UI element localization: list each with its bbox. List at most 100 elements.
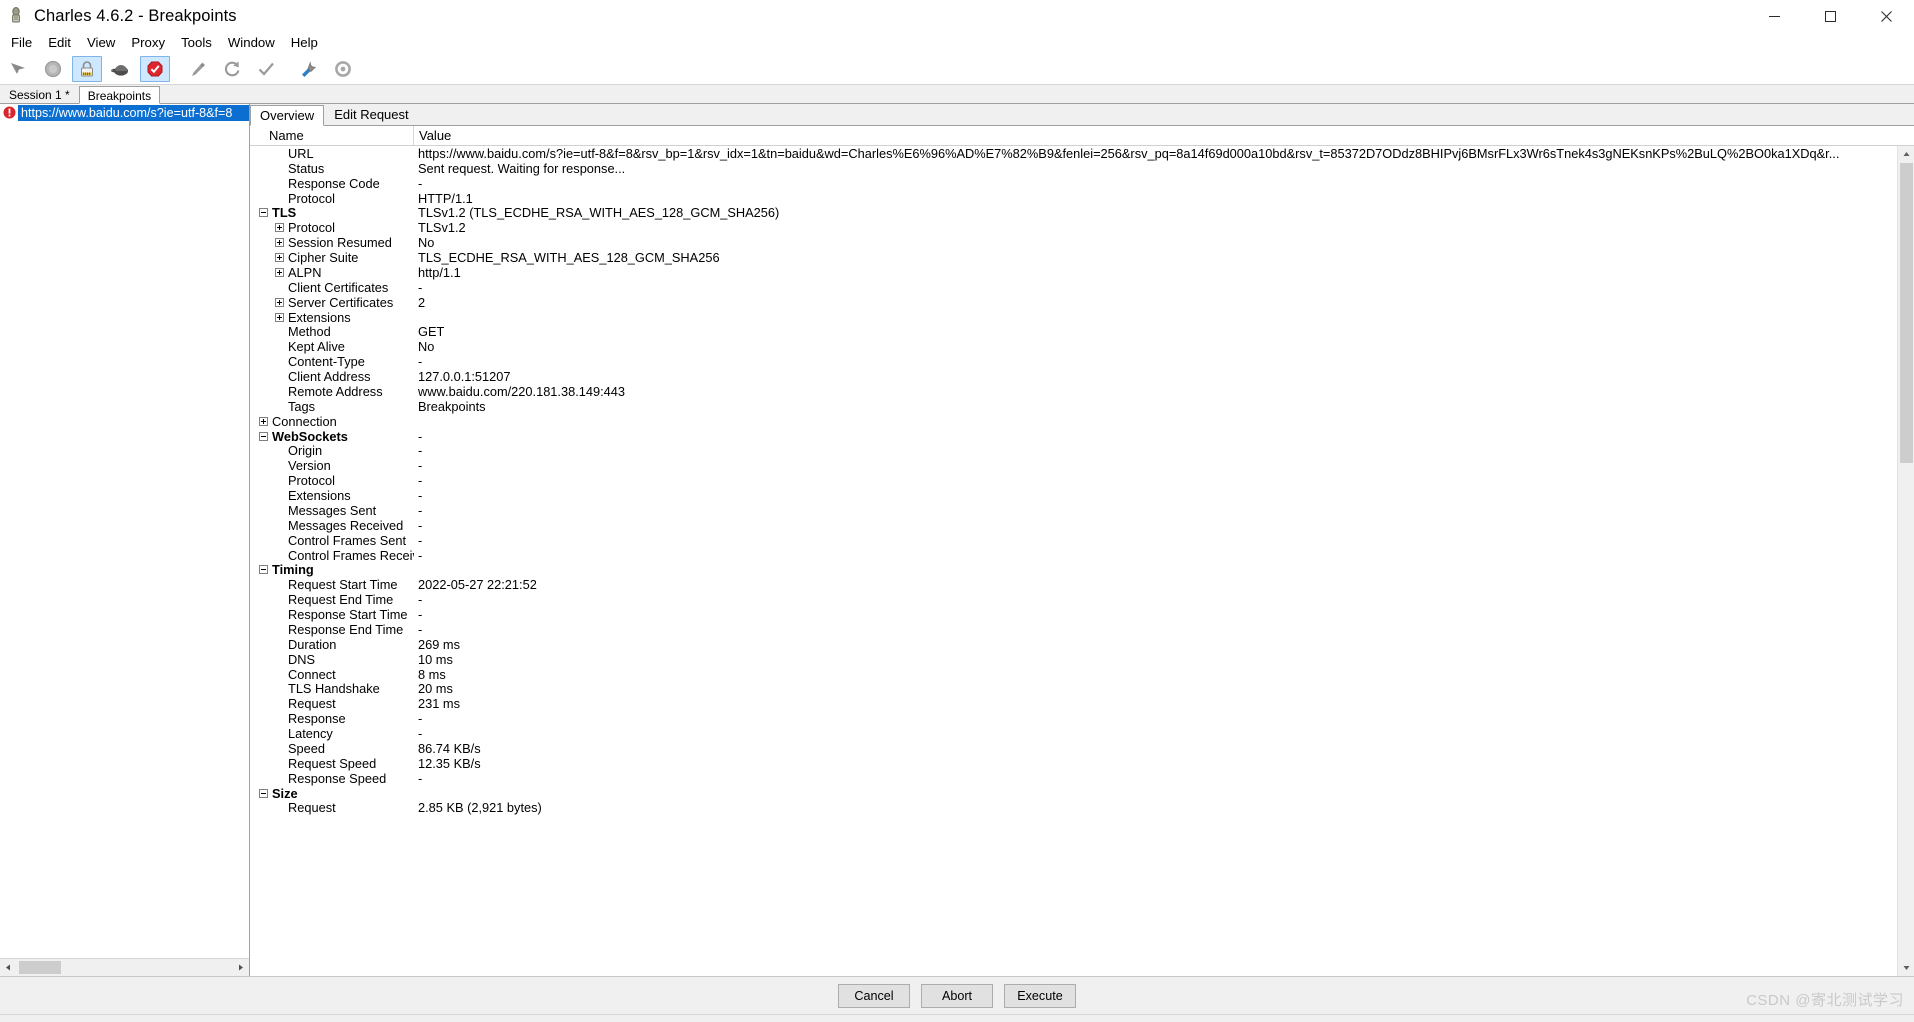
hscroll-thumb[interactable] [19,961,61,974]
collapse-icon[interactable] [259,788,268,798]
table-row[interactable]: Messages Received - [250,518,1897,533]
overview-table[interactable]: URL https://www.baidu.com/s?ie=utf-8&f=8&… [250,146,1897,976]
table-row[interactable]: Remote Address www.baidu.com/220.181.38.1… [250,384,1897,399]
close-button[interactable] [1858,0,1914,33]
compose-icon[interactable] [183,56,213,82]
expand-icon[interactable] [275,223,284,233]
table-row[interactable]: Protocol HTTP/1.1 [250,191,1897,206]
tab-edit-request[interactable]: Edit Request [324,104,419,125]
table-row[interactable]: Request 231 ms [250,696,1897,711]
scroll-up-icon[interactable] [1898,146,1914,163]
table-row[interactable]: Protocol TLSv1.2 [250,220,1897,235]
maximize-button[interactable] [1802,0,1858,33]
table-row[interactable]: Connect 8 ms [250,667,1897,682]
table-row[interactable]: Response - [250,711,1897,726]
table-row[interactable]: Size [250,786,1897,801]
list-item[interactable]: https://www.baidu.com/s?ie=utf-8&f=8 [0,104,249,121]
expand-icon[interactable] [259,416,268,426]
table-row[interactable]: Content-Type - [250,354,1897,369]
request-list[interactable]: https://www.baidu.com/s?ie=utf-8&f=8 [0,104,249,958]
table-row[interactable]: Client Certificates - [250,280,1897,295]
repeat-icon[interactable] [217,56,247,82]
menu-window[interactable]: Window [220,34,283,53]
table-row[interactable]: Timing [250,562,1897,577]
table-row[interactable]: Server Certificates 2 [250,295,1897,310]
table-row[interactable]: Protocol - [250,473,1897,488]
table-row[interactable]: Request Start Time 2022-05-27 22:21:52 [250,577,1897,592]
collapse-icon[interactable] [259,208,268,218]
table-row[interactable]: Cipher Suite TLS_ECDHE_RSA_WITH_AES_128_G… [250,250,1897,265]
table-row[interactable]: Extensions - [250,488,1897,503]
expand-icon[interactable] [275,253,284,263]
request-list-hscrollbar[interactable] [0,958,249,976]
collapse-icon[interactable] [259,431,268,441]
table-row[interactable]: Kept Alive No [250,339,1897,354]
tab-overview[interactable]: Overview [250,105,325,126]
table-row[interactable]: Response Start Time - [250,607,1897,622]
table-row[interactable]: Client Address 127.0.0.1:51207 [250,369,1897,384]
expand-icon[interactable] [275,297,284,307]
table-row[interactable]: Duration 269 ms [250,637,1897,652]
table-row[interactable]: TLS TLSv1.2 (TLS_ECDHE_RSA_WITH_AES_128_G… [250,205,1897,220]
execute-button[interactable]: Execute [1004,983,1076,1008]
table-row[interactable]: Speed 86.74 KB/s [250,741,1897,756]
expand-icon[interactable] [275,312,284,322]
validate-icon[interactable] [251,56,281,82]
table-row[interactable]: Tags Breakpoints [250,399,1897,414]
table-row[interactable]: Latency - [250,726,1897,741]
settings-icon[interactable] [328,56,358,82]
ssl-proxying-icon[interactable] [72,56,102,82]
abort-button[interactable]: Abort [921,983,993,1008]
request-url[interactable]: https://www.baidu.com/s?ie=utf-8&f=8 [18,104,249,121]
menu-view[interactable]: View [79,34,123,53]
table-row[interactable]: Version - [250,458,1897,473]
menu-file[interactable]: File [3,34,40,53]
table-row[interactable]: DNS 10 ms [250,652,1897,667]
table-row[interactable]: Response End Time - [250,622,1897,637]
table-row[interactable]: Session Resumed No [250,235,1897,250]
menu-tools[interactable]: Tools [173,34,220,53]
vscroll-thumb[interactable] [1900,163,1913,463]
table-row[interactable]: Origin - [250,443,1897,458]
table-row[interactable]: Extensions [250,310,1897,325]
table-row[interactable]: Response Code - [250,176,1897,191]
table-row[interactable]: Request 2.85 KB (2,921 bytes) [250,800,1897,815]
expand-icon[interactable] [275,267,284,277]
column-header-value[interactable]: Value [414,126,1914,145]
collapse-icon[interactable] [259,565,268,575]
table-row[interactable]: Messages Sent - [250,503,1897,518]
scroll-right-icon[interactable] [232,959,249,976]
session-tab-breakpoints[interactable]: Breakpoints [78,86,161,104]
table-row[interactable]: Connection [250,414,1897,429]
table-row[interactable]: Method GET [250,324,1897,339]
table-row[interactable]: Request Speed 12.35 KB/s [250,756,1897,771]
clear-session-icon[interactable] [4,56,34,82]
cancel-button[interactable]: Cancel [838,983,910,1008]
vscroll-track[interactable] [1898,163,1914,959]
throttling-icon[interactable] [106,56,136,82]
table-cell-value: - [418,621,423,637]
scroll-down-icon[interactable] [1898,959,1914,976]
breakpoints-icon[interactable] [140,56,170,82]
table-row[interactable]: Status Sent request. Waiting for response… [250,161,1897,176]
table-row[interactable]: ALPN http/1.1 [250,265,1897,280]
minimize-button[interactable] [1746,0,1802,33]
column-header-name[interactable]: Name [250,126,414,145]
table-row[interactable]: TLS Handshake 20 ms [250,681,1897,696]
menu-edit[interactable]: Edit [40,34,79,53]
record-icon[interactable] [38,56,68,82]
detail-vscrollbar[interactable] [1897,146,1914,976]
table-row[interactable]: Response Speed - [250,771,1897,786]
table-row[interactable]: Control Frames Sent - [250,533,1897,548]
session-tab-session1[interactable]: Session 1 * [0,85,79,103]
expand-icon[interactable] [275,238,284,248]
table-row[interactable]: WebSockets - [250,429,1897,444]
table-row[interactable]: Request End Time - [250,592,1897,607]
table-row[interactable]: Control Frames Received- [250,548,1897,563]
scroll-left-icon[interactable] [0,959,17,976]
tools-icon[interactable] [294,56,324,82]
menu-help[interactable]: Help [283,34,326,53]
table-row[interactable]: URL https://www.baidu.com/s?ie=utf-8&f=8&… [250,146,1897,161]
hscroll-track[interactable] [17,959,232,976]
menu-proxy[interactable]: Proxy [123,34,173,53]
